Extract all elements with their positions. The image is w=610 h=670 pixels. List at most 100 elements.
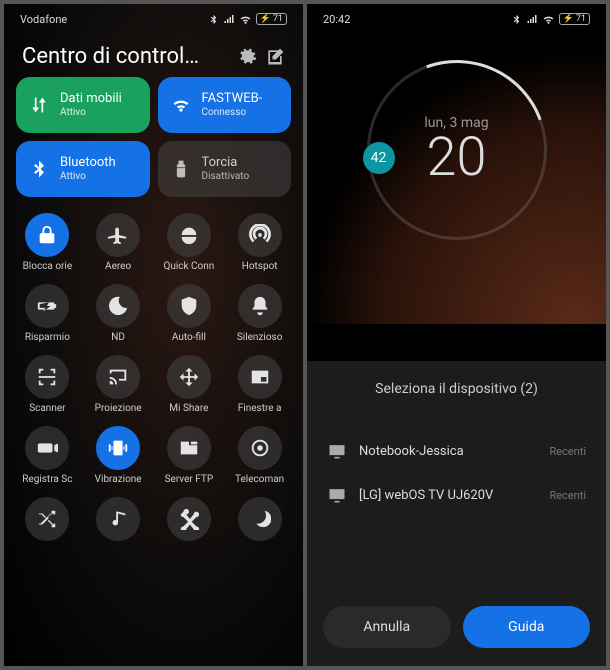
- tile-bluetooth[interactable]: Bluetooth Attivo: [16, 141, 150, 197]
- cast-device-item[interactable]: [LG] webOS TV UJ620V Recenti: [323, 473, 590, 517]
- bluetooth-status-icon: [511, 14, 522, 25]
- bell-icon: [249, 295, 271, 317]
- signal-icon: [526, 13, 538, 25]
- lock-rotate-icon: [36, 224, 58, 246]
- device-name: Notebook-Jessica: [359, 444, 537, 459]
- qs-remote[interactable]: Telecoman: [228, 426, 291, 485]
- clock-widget: lun, 3 mag 20 42: [367, 60, 547, 240]
- qs-airplane[interactable]: Aereo: [87, 213, 150, 272]
- music-icon: [107, 508, 129, 530]
- qs-label: Proiezione: [88, 403, 148, 414]
- qs-ftp-server[interactable]: Server FTP: [158, 426, 221, 485]
- device-tag: Recenti: [549, 489, 586, 502]
- cast-panel-title: Seleziona il dispositivo (2): [323, 381, 590, 397]
- cast-panel-buttons: Annulla Guida: [323, 606, 590, 648]
- monitor-icon: [327, 485, 347, 505]
- carrier-label: Vodafone: [20, 13, 67, 26]
- qs-label: Hotspot: [230, 261, 290, 272]
- wifi-status-icon: [542, 13, 555, 26]
- guide-button[interactable]: Guida: [463, 606, 591, 648]
- qs-label: Quick Conn: [159, 261, 219, 272]
- settings-icon[interactable]: [237, 47, 257, 67]
- tile-status: Attivo: [60, 107, 122, 118]
- vibrate-icon: [107, 437, 129, 459]
- qs-battery-saver[interactable]: Risparmio: [16, 284, 79, 343]
- status-icons: ⚡71: [208, 13, 287, 26]
- widget-seconds-badge: 42: [363, 142, 395, 174]
- battery-save-icon: [36, 295, 58, 317]
- flashlight-icon: [170, 158, 192, 180]
- qs-music[interactable]: [87, 497, 150, 541]
- phone-right-cast-dialog: 20:42 ⚡71 lun, 3 mag 20 42 Seleziona il …: [307, 4, 606, 666]
- cast-device-item[interactable]: Notebook-Jessica Recenti: [323, 429, 590, 473]
- hotspot-icon: [249, 224, 271, 246]
- edit-icon[interactable]: [265, 47, 285, 67]
- cancel-button[interactable]: Annulla: [323, 606, 451, 648]
- data-arrows-icon: [28, 94, 50, 116]
- qs-dnd[interactable]: ND: [87, 284, 150, 343]
- qs-vibration[interactable]: Vibrazione: [87, 426, 150, 485]
- cast-device-list: Notebook-Jessica Recenti [LG] webOS TV U…: [323, 429, 590, 606]
- airplane-icon: [107, 224, 129, 246]
- mishare-icon: [178, 366, 200, 388]
- quick-settings-grid: Blocca orie Aereo Quick Conn Hotspot Ris…: [4, 197, 303, 549]
- qs-label: Finestre a: [230, 403, 290, 414]
- qs-label: Scanner: [17, 403, 77, 414]
- tile-status: Connesso: [202, 107, 263, 118]
- tile-wifi[interactable]: FASTWEB- Connesso: [158, 77, 292, 133]
- status-bar: 20:42 ⚡71: [307, 4, 606, 30]
- bluetooth-icon: [28, 158, 50, 180]
- qs-label: Silenzioso: [230, 332, 290, 343]
- clock-label: 20:42: [323, 13, 350, 26]
- qs-shuffle[interactable]: [16, 497, 79, 541]
- device-name: [LG] webOS TV UJ620V: [359, 488, 537, 503]
- battery-pct: 71: [576, 14, 586, 24]
- qs-autofill[interactable]: Auto-fill: [158, 284, 221, 343]
- widget-hour: 20: [427, 131, 487, 185]
- tile-label: FASTWEB-: [202, 92, 263, 106]
- qs-screen-record[interactable]: Registra Sc: [16, 426, 79, 485]
- qs-label: Risparmio: [17, 332, 77, 343]
- qs-clip[interactable]: [158, 497, 221, 541]
- battery-indicator: ⚡71: [256, 13, 287, 25]
- qs-lock-rotation[interactable]: Blocca orie: [16, 213, 79, 272]
- pip-icon: [249, 366, 271, 388]
- scissors-icon: [178, 508, 200, 530]
- qs-label: Mi Share: [159, 403, 219, 414]
- qs-quick-connect[interactable]: Quick Conn: [158, 213, 221, 272]
- ftp-icon: [178, 437, 200, 459]
- qs-cast[interactable]: Proiezione: [87, 355, 150, 414]
- tile-flashlight[interactable]: Torcia Disattivato: [158, 141, 292, 197]
- tile-label: Torcia: [202, 156, 250, 170]
- vpn-icon: [178, 224, 200, 246]
- qs-label: Telecoman: [230, 474, 290, 485]
- shield-icon: [178, 295, 200, 317]
- qs-silent[interactable]: Silenzioso: [228, 284, 291, 343]
- tile-status: Attivo: [60, 171, 116, 182]
- device-tag: Recenti: [549, 445, 586, 458]
- monitor-icon: [327, 441, 347, 461]
- shuffle-icon: [36, 508, 58, 530]
- qs-scanner[interactable]: Scanner: [16, 355, 79, 414]
- qs-label: Vibrazione: [88, 474, 148, 485]
- scanner-icon: [36, 366, 58, 388]
- tile-label: Bluetooth: [60, 156, 116, 170]
- cast-icon: [107, 366, 129, 388]
- page-title: Centro di control…: [22, 44, 229, 69]
- tile-status: Disattivato: [202, 171, 250, 182]
- battery-indicator: ⚡71: [559, 13, 590, 25]
- qs-label: Server FTP: [159, 474, 219, 485]
- signal-icon: [223, 13, 235, 25]
- night-icon: [249, 508, 271, 530]
- remote-icon: [249, 437, 271, 459]
- qs-mishare[interactable]: Mi Share: [158, 355, 221, 414]
- moon-icon: [107, 295, 129, 317]
- camera-icon: [36, 437, 58, 459]
- qs-night-mode[interactable]: [228, 497, 291, 541]
- qs-floating-window[interactable]: Finestre a: [228, 355, 291, 414]
- wifi-status-icon: [239, 13, 252, 26]
- qs-hotspot[interactable]: Hotspot: [228, 213, 291, 272]
- tile-mobile-data[interactable]: Dati mobili Attivo: [16, 77, 150, 133]
- cast-device-panel: Seleziona il dispositivo (2) Notebook-Je…: [307, 361, 606, 666]
- qs-label: Registra Sc: [17, 474, 77, 485]
